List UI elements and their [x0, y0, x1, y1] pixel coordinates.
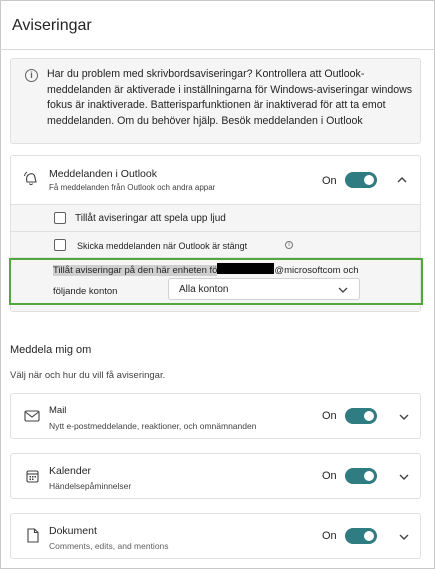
chevron-down-icon[interactable] — [397, 410, 411, 424]
device-option-selected-text: Tillåt aviseringar på den här enheten fö — [53, 265, 218, 276]
mail-state-label: On — [322, 410, 337, 422]
section-title: Meddela mig om — [10, 344, 92, 356]
mail-desc: Nytt e-postmeddelande, reaktioner, och o… — [49, 421, 257, 431]
chevron-up-icon[interactable] — [395, 173, 409, 187]
outlook-notifications-row[interactable]: Meddelanden i Outlook Få meddelanden frå… — [11, 156, 420, 204]
device-option-text: Tillåt aviseringar på den här enheten fö… — [53, 263, 359, 276]
closed-checkbox[interactable] — [54, 239, 66, 251]
outlook-toggle[interactable] — [345, 172, 377, 188]
bell-ringing-icon — [24, 171, 37, 186]
device-option-text-line2: följande konton — [53, 286, 118, 297]
info-small-icon[interactable]: i — [285, 241, 293, 249]
chevron-down-icon[interactable] — [397, 530, 411, 544]
accounts-dropdown[interactable]: Alla konton — [168, 278, 360, 300]
sound-checkbox[interactable] — [54, 212, 66, 224]
mail-card[interactable]: Mail Nytt e-postmeddelande, reaktioner, … — [10, 393, 421, 439]
calendar-card[interactable]: Kalender Händelsepåminnelser On — [10, 453, 421, 499]
calendar-desc: Händelsepåminnelser — [49, 481, 132, 491]
calendar-state-label: On — [322, 470, 337, 482]
outlook-state-label: On — [322, 175, 337, 187]
chevron-down-icon — [338, 287, 348, 293]
outlook-desc: Få meddelanden från Outlook och andra ap… — [49, 183, 216, 192]
sound-option-label: Tillåt aviseringar att spela upp ljud — [75, 213, 226, 224]
mail-title: Mail — [49, 405, 67, 416]
info-icon: i — [25, 69, 38, 82]
closed-option-row: Skicka meddelanden när Outlook är stängt… — [11, 231, 420, 257]
document-icon — [27, 528, 39, 543]
page-title: Aviseringar — [12, 17, 92, 34]
calendar-toggle[interactable] — [345, 468, 377, 484]
sound-option-row: Tillåt aviseringar att spela upp ljud — [11, 204, 420, 231]
info-text: Har du problem med skrivbordsaviseringar… — [47, 68, 413, 127]
accounts-dropdown-value: Alla konton — [179, 284, 229, 295]
document-title: Dokument — [49, 525, 97, 537]
calendar-icon — [26, 470, 39, 483]
info-banner: i Har du problem med skrivbordsavisering… — [10, 58, 421, 144]
mail-icon — [24, 410, 40, 422]
section-desc: Välj när och hur du vill få aviseringar. — [10, 370, 166, 381]
document-desc: Comments, edits, and mentions — [49, 541, 169, 551]
calendar-title: Kalender — [49, 465, 92, 477]
device-option-domain: @microsoftcom och — [274, 265, 359, 276]
chevron-down-icon[interactable] — [397, 470, 411, 484]
document-toggle[interactable] — [345, 528, 377, 544]
document-card[interactable]: Dokument Comments, edits, and mentions O… — [10, 513, 421, 559]
mail-toggle[interactable] — [345, 408, 377, 424]
outlook-title: Meddelanden i Outlook — [49, 168, 157, 180]
panel-header: Aviseringar — [0, 0, 435, 50]
redacted-email — [217, 263, 275, 274]
document-state-label: On — [322, 530, 337, 542]
closed-option-label: Skicka meddelanden när Outlook är stängt — [77, 241, 248, 251]
